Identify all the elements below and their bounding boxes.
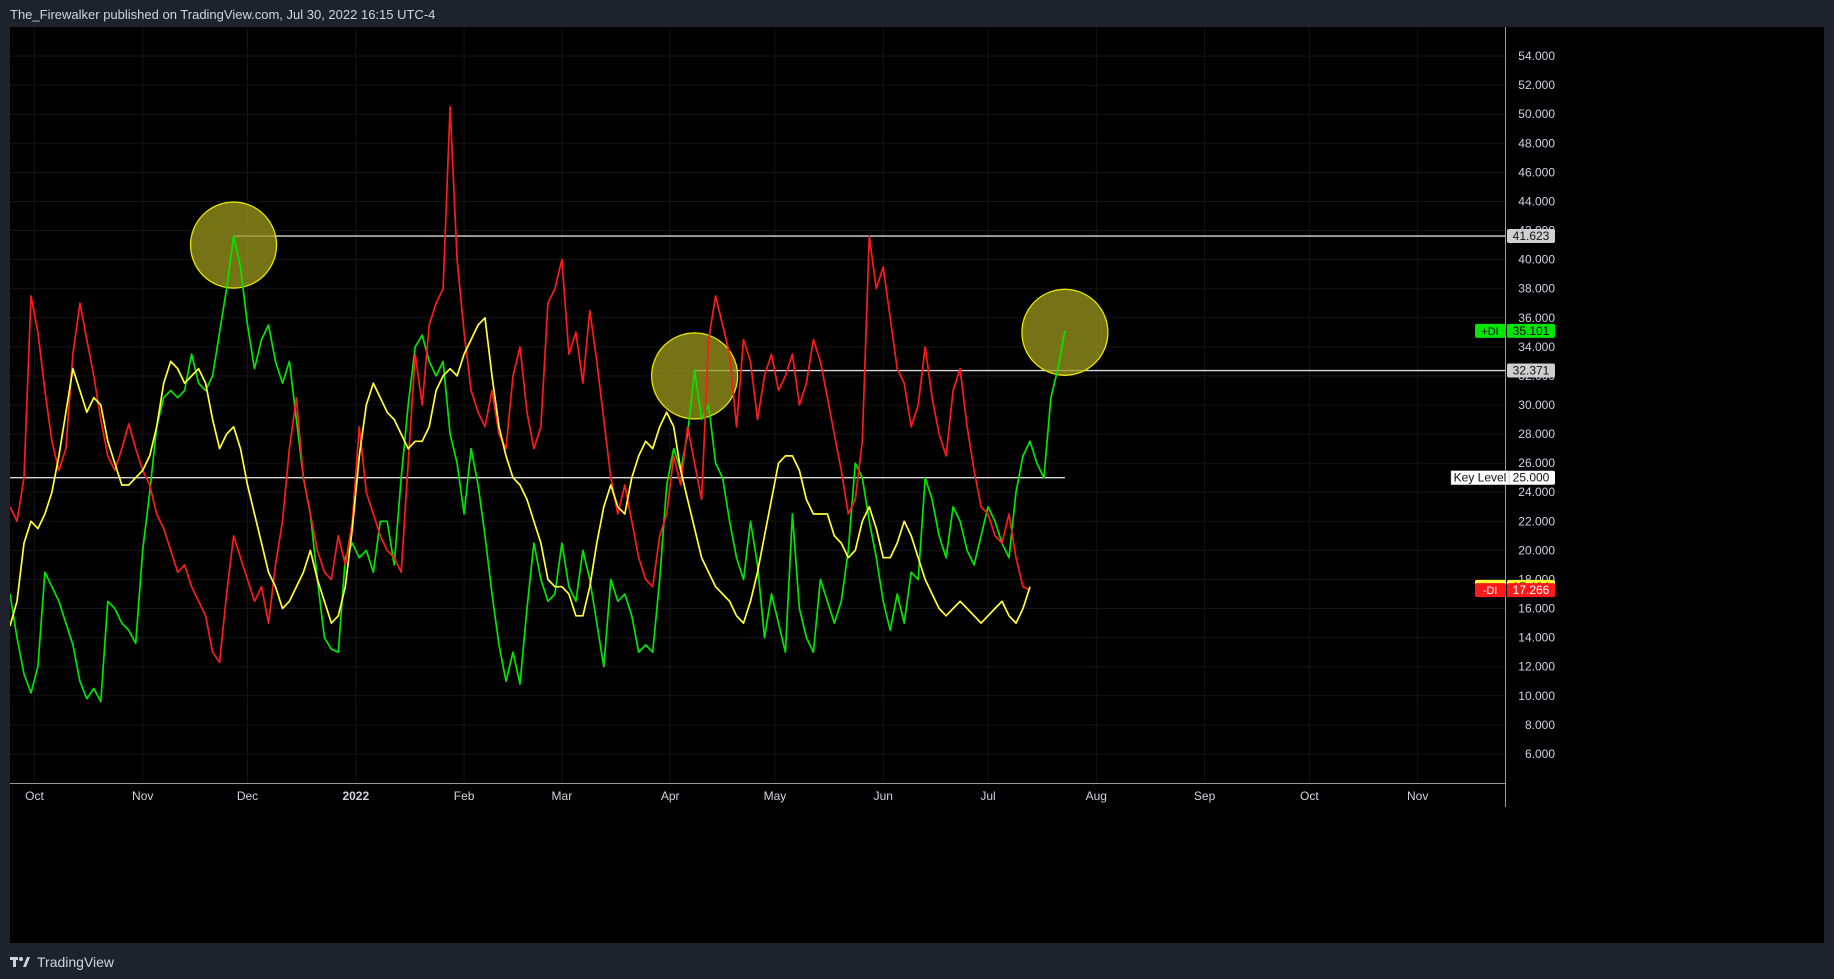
series-name-label: +DI [1481,326,1498,338]
x-tick-label: Feb [454,789,475,803]
x-tick-label: Oct [25,789,44,803]
y-tick-label: 40.000 [1518,253,1555,267]
y-tick-label: 22.000 [1518,514,1555,528]
plus-di-line [10,235,1066,703]
y-tick-label: 6.000 [1525,747,1555,761]
publish-header: The_Firewalker published on TradingView.… [10,7,436,22]
footer: TradingView [10,948,114,976]
y-tick-label: 14.000 [1518,631,1555,645]
x-axis-labels: Oct Nov Dec 2022 Feb Mar Apr May Jun Jul Aug Sep Oct… [25,789,1428,803]
y-tick-label: 44.000 [1518,194,1555,208]
indicator-chart[interactable]: 6.0008.00010.00012.00014.00016.00018.000… [10,27,1824,943]
y-tick-label: 50.000 [1518,107,1555,121]
y-tick-label: 8.000 [1525,718,1555,732]
x-tick-label: 2022 [342,789,369,803]
x-tick-label: Jun [874,789,893,803]
x-tick-label: Oct [1300,789,1319,803]
y-tick-label: 48.000 [1518,136,1555,150]
x-tick-label: Nov [1407,789,1428,803]
y-axis-labels: 6.0008.00010.00012.00014.00016.00018.000… [1518,49,1555,761]
x-tick-label: Sep [1194,789,1216,803]
y-tick-label: 54.000 [1518,49,1555,63]
highlight-circle [189,201,278,289]
y-tick-label: 46.000 [1518,165,1555,179]
y-tick-label: 30.000 [1518,398,1555,412]
x-tick-label: Apr [661,789,680,803]
brand-name: TradingView [37,954,115,970]
level-badge-value: 32.371 [1513,364,1550,378]
series-lines [10,106,1066,703]
y-tick-label: 38.000 [1518,282,1555,296]
x-tick-label: Dec [237,789,258,803]
tradingview-logo-icon [10,957,30,967]
x-tick-label: May [764,789,787,803]
x-tick-label: Nov [132,789,153,803]
y-tick-label: 24.000 [1518,485,1555,499]
y-tick-label: 26.000 [1518,456,1555,470]
level-badge-value: 25.000 [1513,471,1550,485]
series-value-label: 17.266 [1513,583,1550,597]
highlight-circles [189,201,1109,420]
x-tick-label: Jul [980,789,995,803]
series-name-label: -DI [1483,585,1498,597]
level-badge-value: 41.623 [1513,229,1550,243]
y-tick-label: 52.000 [1518,78,1555,92]
grid-lines [10,27,1505,783]
y-tick-label: 20.000 [1518,543,1555,557]
key-level-label: Key Level [1454,471,1507,485]
y-tick-label: 36.000 [1518,311,1555,325]
series-value-label: 35.101 [1513,324,1550,338]
y-tick-label: 12.000 [1518,660,1555,674]
chart-frame: 6.000 8.000 10.000 12.000 14.000 16.000 18.000… [10,27,1824,943]
y-tick-label: 16.000 [1518,602,1555,616]
y-tick-label: 10.000 [1518,689,1555,703]
y-tick-label: 28.000 [1518,427,1555,441]
x-tick-label: Aug [1086,789,1107,803]
y-tick-label: 34.000 [1518,340,1555,354]
x-tick-label: Mar [552,789,573,803]
